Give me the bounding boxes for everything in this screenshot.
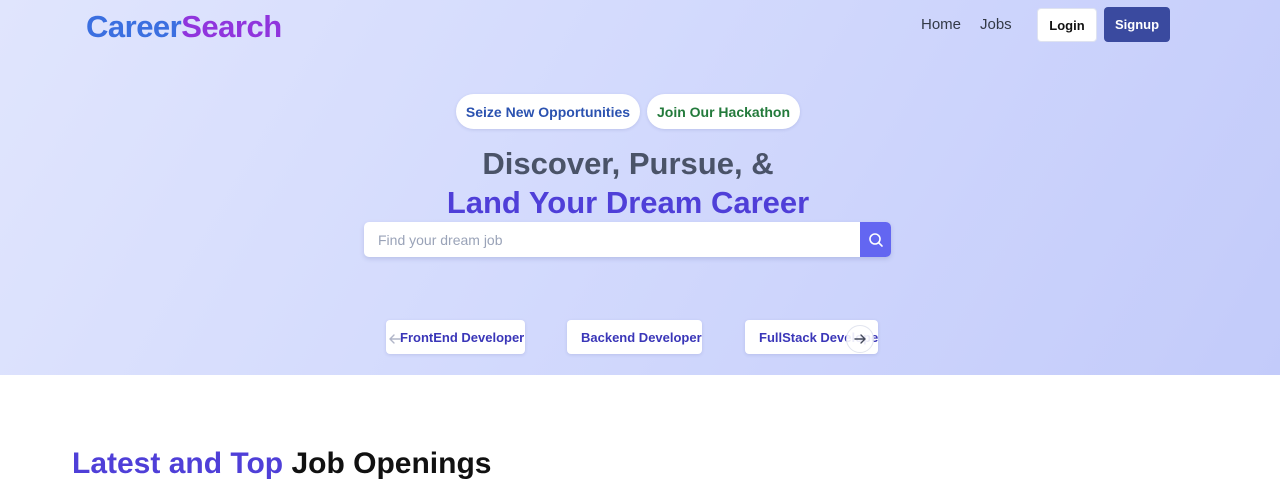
hero-headline-line1: Discover, Pursue, & bbox=[482, 146, 774, 181]
hero-headline-line2: Land Your Dream Career bbox=[446, 185, 810, 220]
logo-part-search: Search bbox=[181, 9, 282, 44]
carousel-next-button[interactable] bbox=[846, 325, 874, 353]
arrow-left-icon bbox=[389, 334, 401, 344]
login-button[interactable]: Login bbox=[1037, 8, 1097, 42]
logo-part-career: Career bbox=[86, 9, 182, 44]
section-title-highlight: Latest and Top bbox=[72, 447, 284, 480]
nav-jobs[interactable]: Jobs bbox=[980, 16, 1012, 34]
search-icon bbox=[868, 232, 883, 247]
signup-button[interactable]: Signup bbox=[1104, 7, 1170, 42]
section-title-rest: Job Openings bbox=[291, 447, 492, 480]
hero-section: CareerSearch Home Jobs Login Signup Seiz… bbox=[0, 0, 1280, 375]
search-button[interactable] bbox=[860, 222, 891, 257]
opportunities-pill[interactable]: Seize New Opportunities bbox=[456, 94, 640, 129]
arrow-right-icon bbox=[854, 334, 866, 344]
nav-home[interactable]: Home bbox=[921, 16, 961, 34]
category-backend[interactable]: Backend Developer bbox=[567, 320, 702, 354]
carousel-prev-button[interactable] bbox=[381, 325, 409, 353]
section-title: Latest and Top Job Openings bbox=[72, 445, 491, 483]
hackathon-pill[interactable]: Join Our Hackathon bbox=[647, 94, 800, 129]
logo[interactable]: CareerSearch bbox=[86, 8, 282, 46]
search-input[interactable] bbox=[364, 222, 860, 257]
search-bar bbox=[364, 222, 891, 257]
